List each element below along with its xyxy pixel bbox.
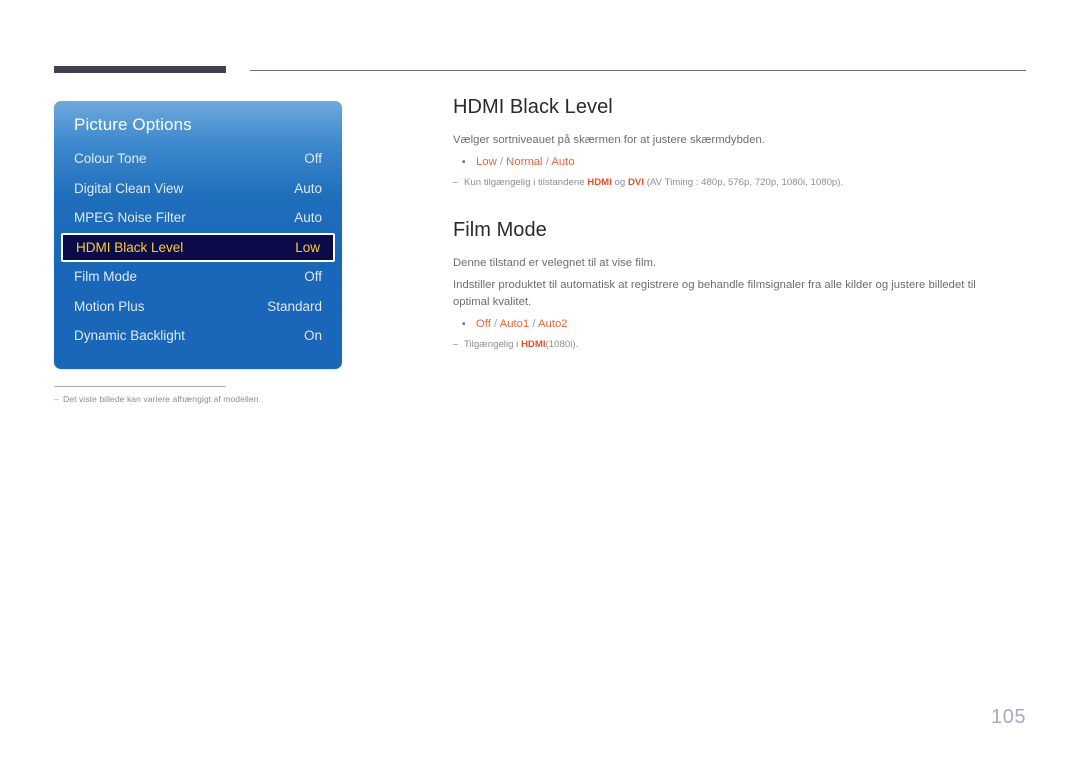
hdmi-black-level-note: ⎯ Kun tilgængelig i tilstandene HDMI og D… [453,176,1027,189]
osd-item-value: On [303,328,322,344]
option-normal: Normal [506,156,543,169]
hdmi-black-level-options-row: • Low / Normal / Auto [453,154,1027,171]
osd-menu-item-colour-tone[interactable]: Colour Tone Off [54,144,342,174]
bullet-dot-icon: • [462,157,466,169]
option-auto1: Auto1 [499,317,530,330]
header-accent-bar [54,66,226,73]
note-highlight-dvi: DVI [627,177,645,189]
osd-menu-item-dynamic-backlight[interactable]: Dynamic Backlight On [54,321,342,351]
option-auto: Auto [551,156,575,169]
osd-item-label: Motion Plus [74,298,145,314]
content-column: HDMI Black Level Vælger sortniveauet på … [453,96,1027,351]
header-divider-line [250,70,1026,71]
osd-item-label: Film Mode [74,269,138,285]
osd-menu-item-hdmi-black-level[interactable]: HDMI Black Level Low [61,232,335,262]
osd-menu-item-motion-plus[interactable]: Motion Plus Standard [54,292,342,322]
osd-item-value: Off [304,151,322,167]
page-number: 105 [991,706,1026,728]
note-text-part1: Kun tilgængelig i tilstandene [464,177,588,189]
osd-item-value: Auto [294,180,322,196]
osd-menu-item-mpeg-noise-filter[interactable]: MPEG Noise Filter Auto [54,203,342,233]
osd-item-label: Colour Tone [74,151,147,167]
osd-item-value: Low [295,239,320,255]
option-low: Low [476,156,497,169]
osd-item-label: Dynamic Backlight [74,328,186,344]
film-mode-options: Off / Auto1 / Auto2 [476,316,568,333]
note-text-part2: (1080i). [545,338,579,350]
bullet-dot-icon: • [462,318,466,330]
left-footnote-divider [54,386,226,387]
note-highlight-hdmi: HDMI [520,338,546,350]
left-footnote: – Det viste billede kan variere afhængigt… [54,394,354,404]
film-mode-description-2: Indstiller produktet til automatisk at r… [453,279,976,308]
osd-item-label: HDMI Black Level [76,239,184,255]
option-separator: / [496,156,507,169]
film-mode-description-1: Denne tilstand er velegnet til at vise f… [453,257,657,270]
footnote-dash-icon: – [54,394,59,404]
osd-picture-options-panel: Picture Options Colour Tone Off Digital … [54,101,342,369]
note-dash-icon: ⎯ [453,177,458,189]
option-separator: / [490,317,500,330]
osd-item-label: Digital Clean View [74,180,184,196]
film-mode-options-row: • Off / Auto1 / Auto2 [453,316,1027,333]
hdmi-black-level-options: Low / Normal / Auto [476,154,575,171]
note-text-part3: (AV Timing : 480p, 576p, 720p, 1080i, 10… [644,177,844,189]
osd-item-value: Standard [267,298,322,314]
note-dash-icon: ⎯ [453,338,458,350]
osd-item-value: Off [304,269,322,285]
left-footnote-text: Det viste billede kan variere afhængigt … [63,394,261,404]
note-highlight-hdmi: HDMI [587,177,612,189]
osd-menu-list: Colour Tone Off Digital Clean View Auto … [54,144,342,351]
section-title-hdmi-black-level: HDMI Black Level [453,96,613,118]
osd-menu-item-digital-clean-view[interactable]: Digital Clean View Auto [54,174,342,204]
page-header [0,0,1080,90]
osd-item-label: MPEG Noise Filter [74,210,186,226]
note-text-part2: og [611,177,628,189]
film-mode-note: ⎯ Tilgængelig i HDMI(1080i). [453,338,1027,351]
option-separator: / [529,317,538,330]
hdmi-black-level-description: Vælger sortniveauet på skærmen for at ju… [453,134,765,146]
osd-menu-item-film-mode[interactable]: Film Mode Off [54,262,342,292]
section-title-film-mode: Film Mode [453,219,547,242]
option-off: Off [476,317,491,330]
option-auto2: Auto2 [538,317,568,330]
osd-item-value: Auto [294,210,322,226]
osd-panel-title: Picture Options [74,115,192,134]
note-text-part1: Tilgængelig i [464,338,521,350]
